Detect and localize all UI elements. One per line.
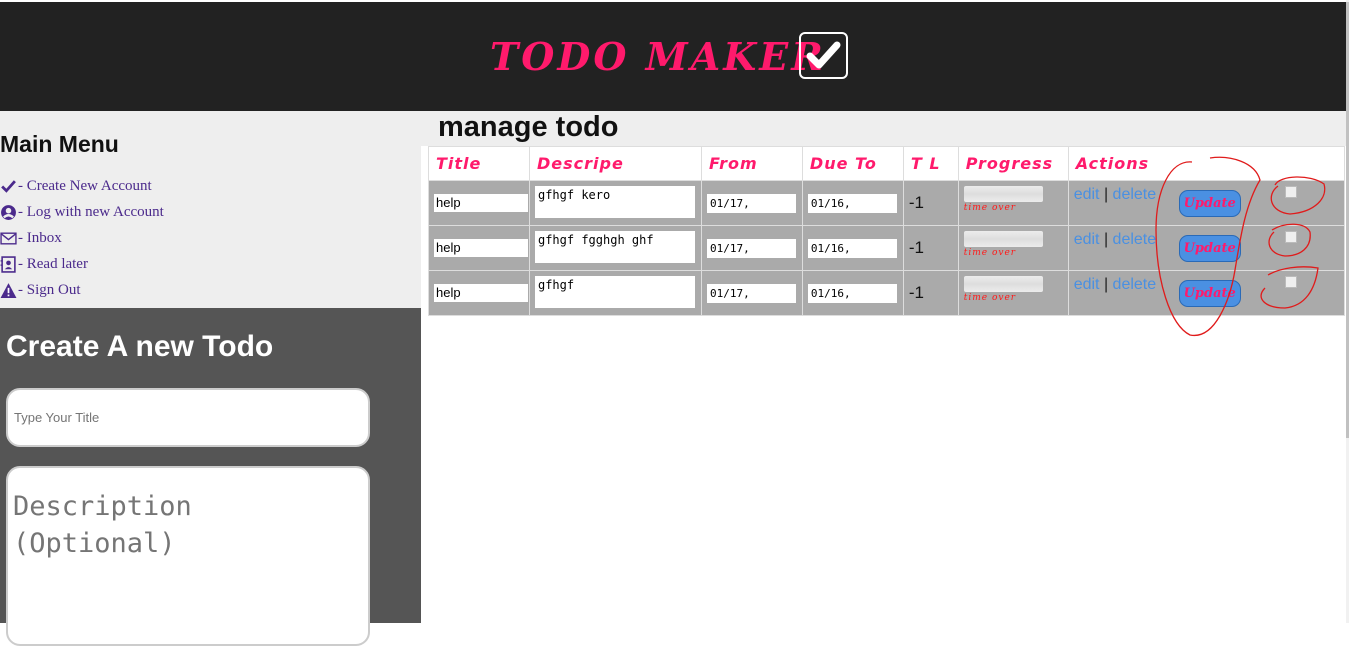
menu-item-inbox[interactable]: - Inbox — [0, 230, 62, 247]
envelope-icon — [0, 232, 17, 245]
check-icon — [1, 180, 16, 193]
description-cell: gfhgf kero — [528, 180, 702, 226]
time-over-status: time over — [963, 202, 1017, 213]
todo-table: Title Descripe From Due To T L Progress … — [428, 146, 1346, 316]
brand-title: TODO MAKER — [490, 34, 826, 79]
update-button[interactable]: Update — [1178, 235, 1241, 262]
column-header-progress: Progress — [957, 146, 1069, 181]
row-title-input[interactable] — [434, 193, 528, 212]
menu-item-label: - Create New Account — [18, 178, 152, 194]
column-header-title: Title — [428, 146, 530, 181]
delete-link[interactable]: delete — [1113, 231, 1157, 248]
action-separator: | — [1103, 231, 1109, 248]
column-header-time-left: T L — [902, 146, 959, 181]
done-checkbox[interactable] — [1284, 276, 1297, 288]
done-checkbox[interactable] — [1284, 231, 1297, 243]
delete-link[interactable]: delete — [1113, 186, 1157, 203]
check-icon — [799, 32, 848, 79]
progress-cell: time over — [957, 180, 1069, 226]
app-header: TODO MAKER — [0, 2, 1346, 111]
delete-link[interactable]: delete — [1113, 276, 1157, 293]
menu-item-read-later[interactable]: - Read later — [0, 256, 88, 273]
done-checkbox[interactable] — [1284, 186, 1297, 198]
user-circle-icon — [1, 205, 16, 220]
edit-link[interactable]: edit — [1074, 231, 1100, 248]
contact-card-icon — [0, 256, 16, 273]
time-left-cell: -1 — [902, 270, 959, 316]
edit-link[interactable]: edit — [1074, 276, 1100, 293]
progress-bar — [963, 185, 1043, 202]
time-left-value: -1 — [908, 238, 925, 257]
menu-item-log-new-account[interactable]: - Log with new Account — [0, 204, 164, 221]
main-menu-title: Main Menu — [0, 131, 119, 157]
table-header-row: Title Descripe From Due To T L Progress … — [428, 146, 1346, 181]
row-due-date-input[interactable] — [807, 193, 897, 213]
row-from-date-input[interactable] — [706, 283, 796, 303]
column-header-actions: Actions — [1067, 146, 1346, 181]
row-description-input[interactable]: gfhgf fgghgh ghf — [534, 230, 695, 263]
row-from-date-input[interactable] — [706, 238, 796, 258]
title-cell — [428, 225, 530, 271]
time-left-cell: -1 — [902, 180, 959, 226]
action-separator: | — [1103, 276, 1109, 293]
progress-cell: time over — [957, 225, 1069, 271]
time-left-cell: -1 — [902, 225, 959, 271]
actions-cell: edit | delete Update — [1067, 225, 1346, 271]
time-over-status: time over — [963, 247, 1017, 258]
from-cell — [700, 225, 803, 271]
row-from-date-input[interactable] — [706, 193, 796, 213]
update-button[interactable]: Update — [1178, 280, 1241, 307]
description-cell: gfhgf fgghgh ghf — [528, 225, 702, 271]
row-description-input[interactable]: gfhgf — [534, 275, 695, 308]
title-cell — [428, 270, 530, 316]
actions-cell: edit | delete Update — [1067, 180, 1346, 226]
update-button[interactable]: Update — [1178, 190, 1241, 217]
table-row: gfhgf fgghgh ghf -1 time over edit | del… — [428, 225, 1346, 271]
from-cell — [700, 180, 803, 226]
table-row: gfhgf kero -1 time over edit | delete Up… — [428, 180, 1346, 226]
table-row: gfhgf -1 time over edit | delete Update — [428, 270, 1346, 316]
menu-item-sign-out[interactable]: - Sign Out — [0, 282, 81, 299]
edit-link[interactable]: edit — [1074, 186, 1100, 203]
menu-item-label: - Inbox — [18, 230, 62, 246]
row-due-date-input[interactable] — [807, 283, 897, 303]
row-title-input[interactable] — [434, 238, 528, 257]
todo-title-input[interactable] — [6, 388, 370, 447]
row-due-date-input[interactable] — [807, 238, 897, 258]
time-over-status: time over — [963, 292, 1017, 303]
menu-item-label: - Log with new Account — [18, 204, 164, 220]
progress-bar — [963, 275, 1043, 292]
time-left-value: -1 — [908, 193, 925, 212]
progress-cell: time over — [957, 270, 1069, 316]
todo-description-input[interactable] — [6, 466, 370, 646]
menu-item-label: - Read later — [18, 256, 88, 272]
column-header-description: Descripe — [528, 146, 702, 181]
title-cell — [428, 180, 530, 226]
warning-icon — [0, 283, 17, 298]
progress-bar — [963, 230, 1043, 247]
time-left-value: -1 — [908, 283, 925, 302]
page-title: manage todo — [438, 111, 619, 143]
menu-item-create-account[interactable]: - Create New Account — [0, 178, 152, 195]
row-title-input[interactable] — [434, 283, 528, 302]
due-cell — [801, 225, 904, 271]
column-header-due-to: Due To — [801, 146, 904, 181]
column-header-from: From — [700, 146, 803, 181]
create-todo-title: Create A new Todo — [6, 330, 274, 363]
due-cell — [801, 180, 904, 226]
due-cell — [801, 270, 904, 316]
row-description-input[interactable]: gfhgf kero — [534, 185, 695, 218]
action-separator: | — [1103, 186, 1109, 203]
menu-item-label: - Sign Out — [18, 282, 81, 298]
from-cell — [700, 270, 803, 316]
description-cell: gfhgf — [528, 270, 702, 316]
actions-cell: edit | delete Update — [1067, 270, 1346, 316]
